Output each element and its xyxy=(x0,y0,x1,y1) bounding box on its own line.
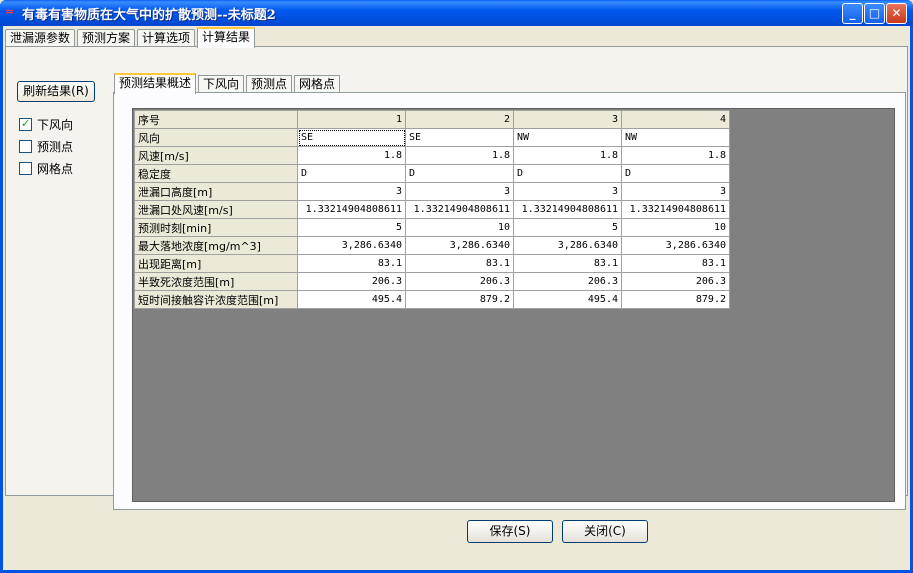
grid-cell[interactable]: 3,286.6340 xyxy=(621,236,730,255)
window-title: 有毒有害物质在大气中的扩散预测--未标题2 xyxy=(22,8,276,23)
row-header-cell: 风速[m/s] xyxy=(134,146,298,165)
table-row[interactable]: 泄漏口处风速[m/s] 1.33214904808611 1.33214904808… xyxy=(134,200,730,219)
grid-cell[interactable]: 495.4 xyxy=(297,290,406,309)
row-header-cell: 泄漏口高度[m] xyxy=(134,182,298,201)
save-button[interactable]: 保存(S) xyxy=(467,520,553,543)
row-header-cell: 稳定度 xyxy=(134,164,298,183)
row-header-cell: 泄漏口处风速[m/s] xyxy=(134,200,298,219)
grid-cell[interactable]: 5 xyxy=(297,218,406,237)
app-window: ≈ 有毒有害物质在大气中的扩散预测--未标题2 _ □ ✕ 泄漏源参数 预测方案… xyxy=(0,0,913,573)
table-row[interactable]: 短时间接触容许浓度范围[m] 495.4 879.2 495.4 879.2 xyxy=(134,290,730,309)
grid-cell[interactable]: 3,286.6340 xyxy=(513,236,622,255)
grid-cell[interactable]: D xyxy=(405,164,514,183)
row-header-cell: 预测时刻[min] xyxy=(134,218,298,237)
subtab-overview[interactable]: 预测结果概述 xyxy=(114,73,197,94)
tab-calc-results[interactable]: 计算结果 xyxy=(197,27,256,48)
grid-cell[interactable]: 1.8 xyxy=(621,146,730,165)
row-header-cell: 风向 xyxy=(134,128,298,147)
refresh-results-button[interactable]: 刷新结果(R) xyxy=(17,81,95,102)
subtab-prediction-points[interactable]: 预测点 xyxy=(246,75,293,93)
grid-cell[interactable]: D xyxy=(513,164,622,183)
table-row[interactable]: 稳定度 D D D D xyxy=(134,164,730,183)
row-header-cell: 短时间接触容许浓度范围[m] xyxy=(134,290,298,309)
row-header-cell: 半致死浓度范围[m] xyxy=(134,272,298,291)
grid-cell[interactable]: D xyxy=(297,164,406,183)
grid-cell[interactable]: 3 xyxy=(405,182,514,201)
row-header-cell: 最大落地浓度[mg/m^3] xyxy=(134,236,298,255)
checkbox-downwind[interactable]: 下风向 xyxy=(19,117,74,134)
checkbox-unchecked-icon[interactable] xyxy=(19,162,32,175)
table-row[interactable]: 最大落地浓度[mg/m^3] 3,286.6340 3,286.6340 3,286.… xyxy=(134,236,730,255)
grid-cell[interactable]: 10 xyxy=(405,218,514,237)
checkbox-checked-icon[interactable] xyxy=(19,117,32,131)
column-header-cell[interactable]: 1 xyxy=(297,110,406,129)
checkbox-label: 下风向 xyxy=(37,118,74,132)
checkbox-unchecked-icon[interactable] xyxy=(19,140,32,153)
grid-cell[interactable]: NW xyxy=(513,128,622,147)
column-header-cell[interactable]: 3 xyxy=(513,110,622,129)
tab-calc-options[interactable]: 计算选项 xyxy=(137,29,196,47)
grid-cell[interactable]: 206.3 xyxy=(405,272,514,291)
client-area: 泄漏源参数 预测方案 计算选项 计算结果 刷新结果(R) 下风向 预测点 网格点… xyxy=(3,26,910,570)
results-grid-area[interactable]: 序号 1 2 3 4 风向 SE SE NW NW 风速[m/s] 1.8 1.8 1.8 1.8 稳定度 D D… xyxy=(132,108,895,502)
table-row[interactable]: 风向 SE SE NW NW xyxy=(134,128,730,147)
grid-cell[interactable]: 83.1 xyxy=(405,254,514,273)
grid-cell[interactable]: SE xyxy=(297,128,406,147)
grid-cell[interactable]: 83.1 xyxy=(621,254,730,273)
table-row[interactable]: 风速[m/s] 1.8 1.8 1.8 1.8 xyxy=(134,146,730,165)
tab-forecast-plan[interactable]: 预测方案 xyxy=(77,29,136,47)
table-row[interactable]: 泄漏口高度[m] 3 3 3 3 xyxy=(134,182,730,201)
table-row[interactable]: 预测时刻[min] 5 10 5 10 xyxy=(134,218,730,237)
grid-cell[interactable]: 3,286.6340 xyxy=(405,236,514,255)
minimize-button[interactable]: _ xyxy=(842,3,863,24)
grid-cell[interactable]: 1.33214904808611 xyxy=(513,200,622,219)
row-header-cell: 序号 xyxy=(134,110,298,129)
row-header-cell: 出现距离[m] xyxy=(134,254,298,273)
checkbox-prediction-point[interactable]: 预测点 xyxy=(19,140,73,156)
results-panel: 刷新结果(R) 下风向 预测点 网格点 预测结果概述 下风向 预测点 网格点 序… xyxy=(5,46,908,510)
grid-cell[interactable]: NW xyxy=(621,128,730,147)
grid-cell[interactable]: 206.3 xyxy=(297,272,406,291)
title-bar[interactable]: ≈ 有毒有害物质在大气中的扩散预测--未标题2 _ □ ✕ xyxy=(0,0,913,26)
grid-header-row: 序号 1 2 3 4 xyxy=(134,110,730,129)
checkbox-label: 预测点 xyxy=(37,140,74,154)
grid-cell[interactable]: 1.8 xyxy=(513,146,622,165)
grid-cell[interactable]: D xyxy=(621,164,730,183)
column-header-cell[interactable]: 4 xyxy=(621,110,730,129)
grid-cell[interactable]: 879.2 xyxy=(621,290,730,309)
grid-cell[interactable]: 1.8 xyxy=(405,146,514,165)
grid-cell[interactable]: 206.3 xyxy=(513,272,622,291)
app-icon: ≈ xyxy=(5,5,15,18)
checkbox-grid-point[interactable]: 网格点 xyxy=(19,162,73,178)
table-row[interactable]: 半致死浓度范围[m] 206.3 206.3 206.3 206.3 xyxy=(134,272,730,291)
grid-cell[interactable]: 83.1 xyxy=(513,254,622,273)
maximize-button[interactable]: □ xyxy=(864,3,885,24)
grid-cell[interactable]: 1.33214904808611 xyxy=(297,200,406,219)
table-row[interactable]: 出现距离[m] 83.1 83.1 83.1 83.1 xyxy=(134,254,730,273)
grid-cell[interactable]: 3,286.6340 xyxy=(297,236,406,255)
grid-cell[interactable]: 10 xyxy=(621,218,730,237)
column-header-cell[interactable]: 2 xyxy=(405,110,514,129)
close-button[interactable]: 关闭(C) xyxy=(562,520,648,543)
grid-cell[interactable]: 1.33214904808611 xyxy=(621,200,730,219)
close-window-button[interactable]: ✕ xyxy=(886,3,907,24)
grid-cell[interactable]: 206.3 xyxy=(621,272,730,291)
subtab-downwind[interactable]: 下风向 xyxy=(198,75,245,93)
grid-cell[interactable]: 1.33214904808611 xyxy=(405,200,514,219)
grid-cell[interactable]: 879.2 xyxy=(405,290,514,309)
tab-leak-source-params[interactable]: 泄漏源参数 xyxy=(5,29,76,47)
results-grid[interactable]: 序号 1 2 3 4 风向 SE SE NW NW 风速[m/s] 1.8 1.8 1.8 1.8 稳定度 D D… xyxy=(134,110,730,309)
grid-cell[interactable]: 3 xyxy=(621,182,730,201)
checkbox-label: 网格点 xyxy=(37,162,74,176)
grid-cell[interactable]: 5 xyxy=(513,218,622,237)
grid-cell[interactable]: 1.8 xyxy=(297,146,406,165)
subtab-grid-points[interactable]: 网格点 xyxy=(294,75,341,93)
grid-cell[interactable]: 495.4 xyxy=(513,290,622,309)
grid-cell[interactable]: 83.1 xyxy=(297,254,406,273)
grid-cell[interactable]: 3 xyxy=(297,182,406,201)
grid-cell[interactable]: 3 xyxy=(513,182,622,201)
grid-cell[interactable]: SE xyxy=(405,128,514,147)
